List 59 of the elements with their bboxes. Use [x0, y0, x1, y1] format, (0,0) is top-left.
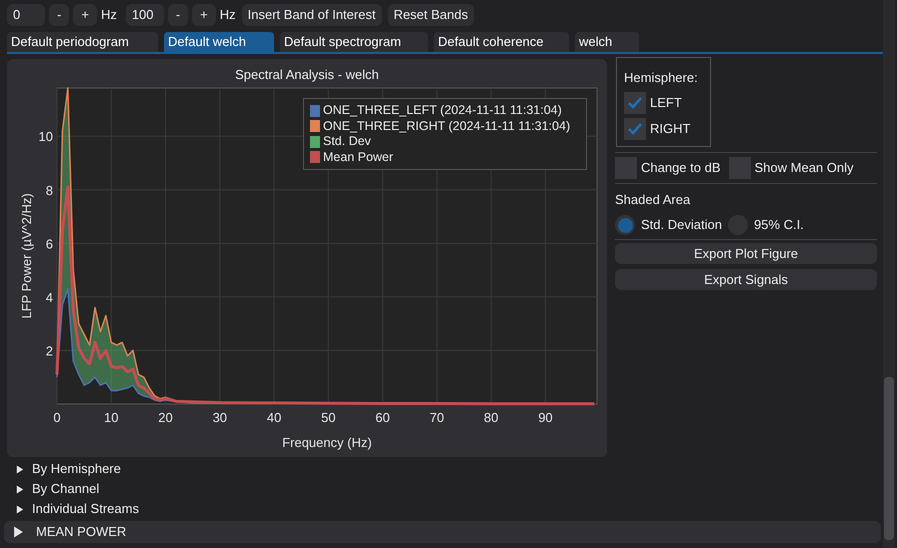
y-tick-label: 8	[46, 182, 53, 198]
checkbox[interactable]	[615, 156, 637, 178]
checkbox-label: Change to dB	[641, 158, 721, 177]
legend-label: ONE_THREE_LEFT (2024-11-11 11:31:04)	[323, 103, 562, 118]
tab[interactable]: Default coherence	[434, 32, 569, 52]
checkbox-label: RIGHT	[650, 120, 690, 138]
number-field[interactable]: 0	[7, 4, 45, 26]
x-axis-label: Frequency (Hz)	[282, 435, 372, 450]
unit-label: Hz	[100, 6, 117, 24]
tab[interactable]: Default periodogram	[7, 32, 158, 52]
y-tick-label: 4	[46, 290, 53, 305]
group-title: Hemisphere:	[624, 69, 699, 87]
radio-label: 95% C.I.	[754, 216, 804, 234]
x-tick-label: 0	[53, 410, 61, 425]
tab[interactable]: welch	[575, 32, 639, 52]
checkbox-label: Show Mean Only	[754, 158, 854, 177]
unit-label: Hz	[220, 6, 236, 24]
tree-item[interactable]: Individual Streams	[16, 500, 883, 518]
legend-label: ONE_THREE_RIGHT (2024-11-11 11:31:04)	[323, 118, 570, 134]
tree-item[interactable]: By Channel	[16, 480, 883, 498]
section-header[interactable]: MEAN POWER	[4, 521, 881, 543]
y-tick-label: 10	[38, 129, 53, 144]
x-tick-label: 30	[212, 410, 228, 425]
checkbox[interactable]	[624, 118, 646, 140]
section-label: Shaded Area	[615, 190, 692, 208]
radio-label: Std. Deviation	[641, 216, 722, 234]
export-button[interactable]: Export Signals	[615, 269, 877, 290]
x-tick-label: 60	[375, 410, 390, 425]
decrement-button[interactable]: -	[49, 4, 70, 26]
x-tick-label: 50	[321, 410, 336, 425]
y-tick-label: 2	[46, 343, 53, 358]
increment-button[interactable]: +	[192, 4, 216, 26]
toolbar-button[interactable]: Insert Band of Interest	[242, 4, 382, 26]
y-axis-label: LFP Power (µV^2/Hz)	[19, 193, 34, 319]
checkbox[interactable]	[728, 156, 751, 178]
scrollbar[interactable]	[883, 0, 895, 548]
increment-button[interactable]: +	[73, 4, 97, 26]
checkmark-icon	[627, 96, 643, 110]
decrement-button[interactable]: -	[168, 4, 188, 26]
legend-label: Std. Dev	[323, 134, 371, 150]
legend-label: Mean Power	[323, 150, 394, 165]
tree-item[interactable]: By Hemisphere	[16, 460, 883, 478]
number-field[interactable]: 100	[126, 4, 164, 26]
y-tick-label: 6	[46, 236, 53, 252]
x-tick-label: 80	[484, 410, 498, 425]
x-tick-label: 10	[104, 410, 118, 425]
export-button[interactable]: Export Plot Figure	[615, 243, 877, 264]
x-tick-label: 70	[430, 410, 444, 425]
x-tick-label: 20	[158, 410, 173, 425]
checkmark-icon	[627, 122, 643, 136]
checkbox-label: LEFT	[650, 94, 682, 112]
x-tick-label: 90	[538, 410, 553, 425]
radio-button[interactable]	[615, 215, 635, 235]
checkbox[interactable]	[624, 92, 646, 114]
tab[interactable]: Default spectrogram	[280, 32, 428, 52]
plot-title: Spectral Analysis - welch	[234, 66, 380, 82]
tab[interactable]: Default welch	[164, 32, 274, 52]
toolbar-button[interactable]: Reset Bands	[388, 4, 474, 26]
x-tick-label: 40	[266, 410, 282, 425]
